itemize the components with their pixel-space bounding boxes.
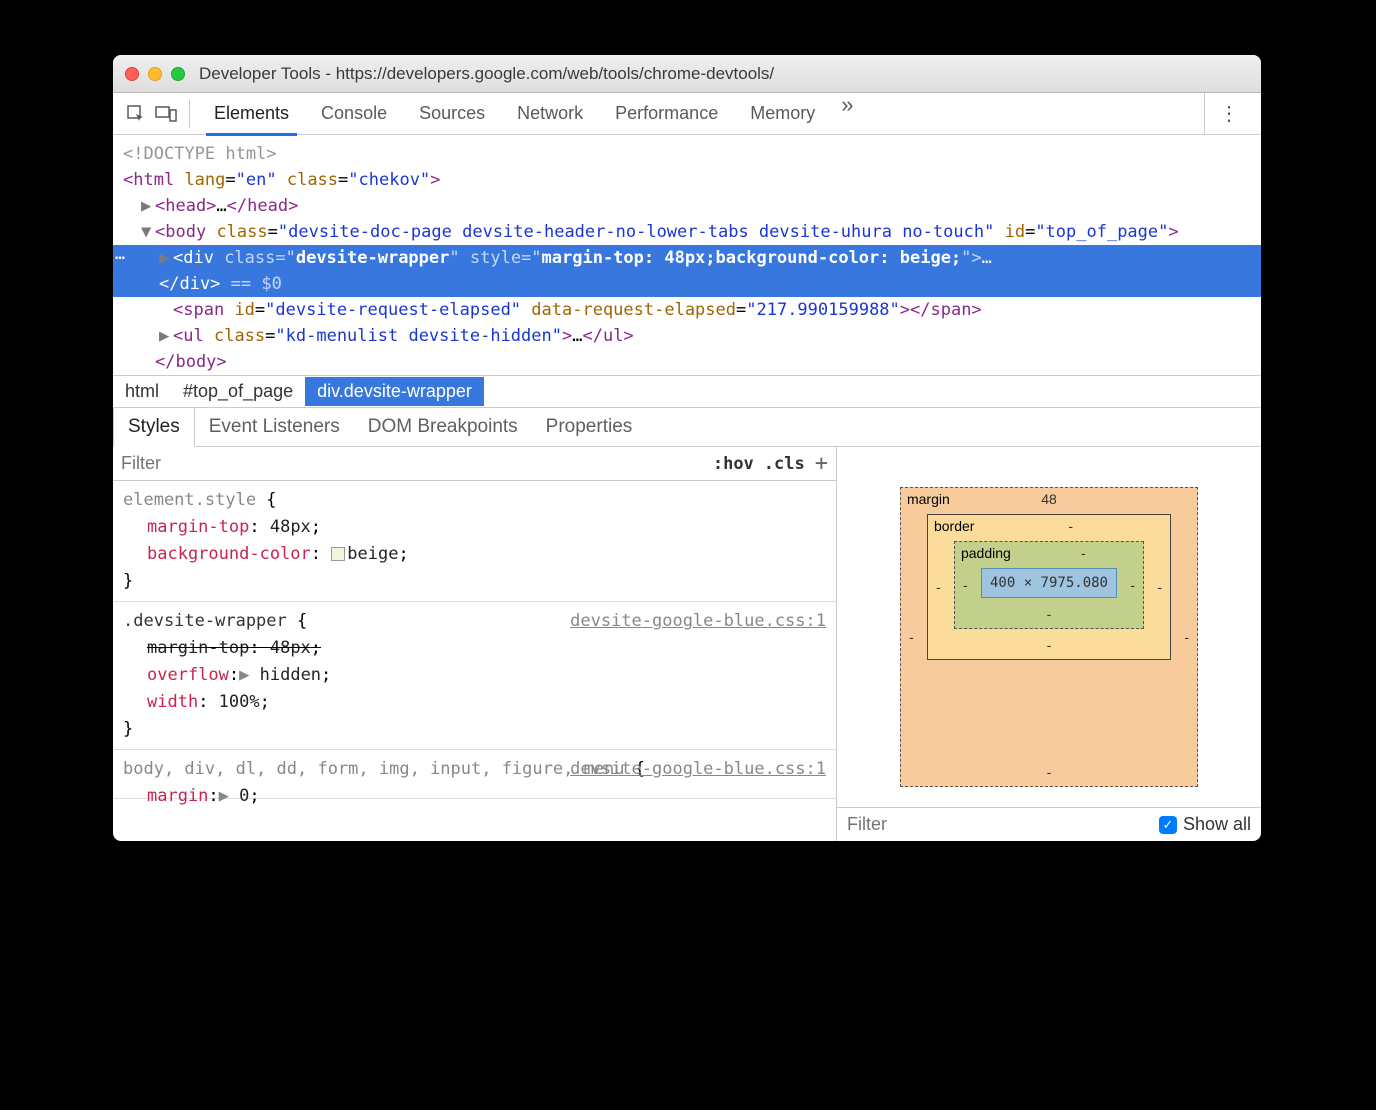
device-toggle-icon[interactable] [151,99,181,129]
ul-tag[interactable]: ▶<ul class="kd-menulist devsite-hidden">… [123,323,1251,349]
hov-toggle[interactable]: :hov [713,454,754,474]
prop-value[interactable]: 48px [270,638,311,658]
rule-source[interactable]: devsite-google-blue.css:1 [570,608,826,635]
margin-right-value: - [1184,629,1189,645]
panel-tabs: Elements Console Sources Network Perform… [198,92,1204,135]
margin-top-value: 48 [1041,491,1057,507]
rule-selector: .devsite-wrapper [123,611,287,631]
subtab-styles[interactable]: Styles [113,408,195,447]
prop-value[interactable]: 100% [219,692,260,712]
tab-memory[interactable]: Memory [734,92,831,135]
margin-bottom-value: - [1047,764,1052,780]
menu-icon[interactable]: ⋮ [1204,93,1253,134]
close-button[interactable] [125,67,139,81]
tab-console[interactable]: Console [305,92,403,135]
computed-filter-row: ✓ Show all [837,807,1261,841]
show-all-checkbox[interactable]: ✓ [1159,816,1177,834]
prop-name[interactable]: width [147,692,198,712]
doctype-line: <!DOCTYPE html> [123,141,1251,167]
tab-sources[interactable]: Sources [403,92,501,135]
prop-name[interactable]: margin-top [147,638,249,658]
box-model[interactable]: margin 48 - - - border - - - - padding [837,447,1261,807]
main-toolbar: Elements Console Sources Network Perform… [113,93,1261,135]
breadcrumb: html #top_of_page div.devsite-wrapper [113,375,1261,407]
prop-value[interactable]: hidden [260,665,321,685]
head-tag[interactable]: ▶<head>…</head> [123,193,1251,219]
prop-value[interactable]: beige [347,544,398,564]
prop-value[interactable]: 48px [270,517,311,537]
dom-tree[interactable]: <!DOCTYPE html> <html lang="en" class="c… [113,135,1261,375]
span-tag[interactable]: <span id="devsite-request-elapsed" data-… [123,297,1251,323]
color-swatch[interactable] [331,547,345,561]
margin-left-value: - [909,629,914,645]
new-rule-button[interactable]: + [815,451,828,476]
show-all-label: Show all [1183,814,1251,835]
cls-toggle[interactable]: .cls [764,454,805,474]
body-close: </body> [123,349,1251,375]
breadcrumb-selected[interactable]: div.devsite-wrapper [305,377,484,406]
prop-name[interactable]: overflow [147,665,229,685]
zoom-button[interactable] [171,67,185,81]
subtab-properties[interactable]: Properties [532,408,647,446]
tabs-overflow[interactable]: » [831,92,863,135]
sidebar-tabs: Styles Event Listeners DOM Breakpoints P… [113,408,1261,447]
prop-name[interactable]: background-color [147,544,311,564]
titlebar: Developer Tools - https://developers.goo… [113,55,1261,93]
styles-panel: Styles Event Listeners DOM Breakpoints P… [113,407,1261,841]
selected-node[interactable]: ⋯ ▶<div class="devsite-wrapper" style="m… [113,245,1261,297]
styles-filter-input[interactable] [121,453,713,474]
rule-element-style[interactable]: element.style { margin-top: 48px; backgr… [113,481,836,602]
rule-source[interactable]: devsite-google-blue.css:1 [570,756,826,783]
breadcrumb-html[interactable]: html [113,377,171,406]
styles-filter-row: :hov .cls + [113,447,836,481]
prop-value[interactable]: 0 [239,786,249,806]
window-title: Developer Tools - https://developers.goo… [199,64,774,84]
prop-name[interactable]: margin [147,786,208,806]
devtools-window: Developer Tools - https://developers.goo… [113,55,1261,841]
styles-rules: :hov .cls + element.style { margin-top: … [113,447,837,841]
tab-elements[interactable]: Elements [198,92,305,135]
traffic-lights [125,67,185,81]
tab-network[interactable]: Network [501,92,599,135]
computed-filter-input[interactable] [847,814,1159,835]
html-tag[interactable]: <html lang="en" class="chekov"> [123,167,1251,193]
rule-body-etc[interactable]: devsite-google-blue.css:1 body, div, dl,… [113,750,836,799]
border-label: border [934,518,974,534]
margin-label: margin [907,491,950,507]
content-size: 400 × 7975.080 [981,568,1117,598]
padding-label: padding [961,545,1011,561]
subtab-dom-breakpoints[interactable]: DOM Breakpoints [354,408,532,446]
separator [189,100,190,128]
body-tag[interactable]: ▼<body class="devsite-doc-page devsite-h… [123,219,1251,245]
tab-performance[interactable]: Performance [599,92,734,135]
styles-content: :hov .cls + element.style { margin-top: … [113,447,1261,841]
rule-selector: body, div, dl, dd, form, img, input, fig… [123,759,625,779]
prop-name[interactable]: margin-top [147,517,249,537]
minimize-button[interactable] [148,67,162,81]
rule-devsite-wrapper[interactable]: devsite-google-blue.css:1 .devsite-wrapp… [113,602,836,750]
computed-pane: margin 48 - - - border - - - - padding [837,447,1261,841]
inspect-icon[interactable] [121,99,151,129]
subtab-event-listeners[interactable]: Event Listeners [195,408,354,446]
rule-selector: element.style [123,490,256,510]
breadcrumb-body[interactable]: #top_of_page [171,377,305,406]
rules-list: element.style { margin-top: 48px; backgr… [113,481,836,841]
